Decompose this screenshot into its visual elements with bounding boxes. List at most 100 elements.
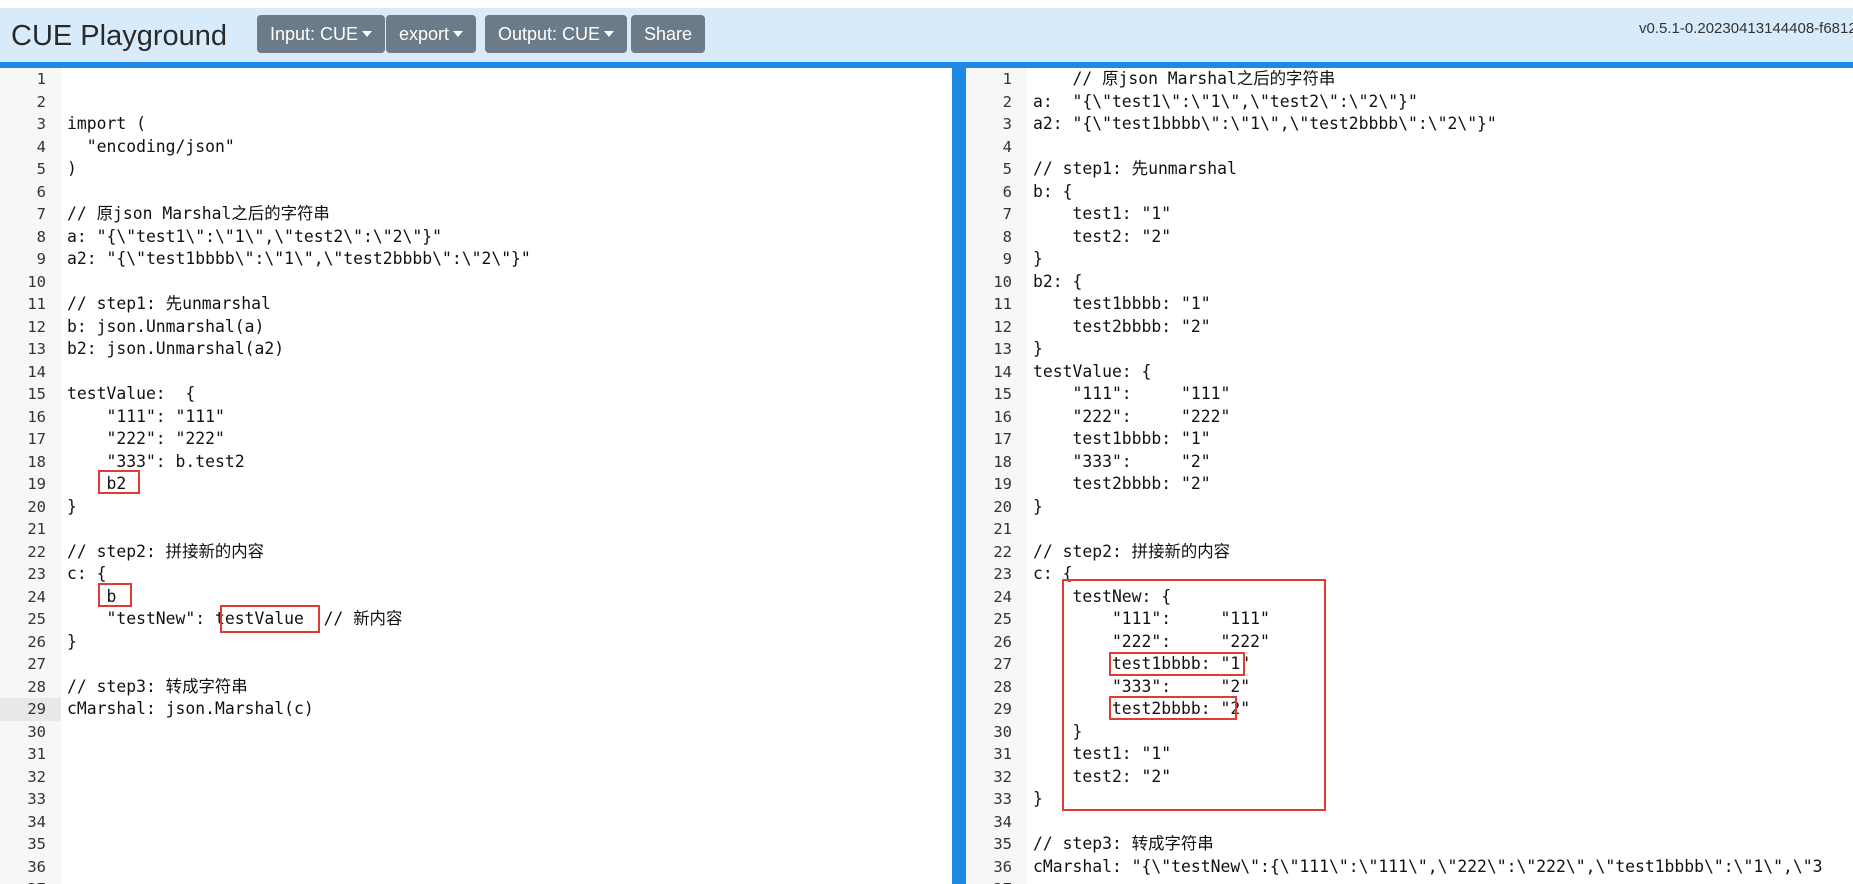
code-line[interactable]: // step1: 先unmarshal	[67, 293, 271, 316]
line-number: 20	[27, 497, 46, 516]
line-number: 18	[993, 452, 1012, 471]
code-line: "111": "111"	[1033, 384, 1231, 403]
code-line: test2bbbb: "2"	[1033, 316, 1211, 336]
line-number: 12	[27, 317, 46, 336]
code-line[interactable]: testValue: {	[67, 383, 195, 406]
code-line: }	[1033, 496, 1043, 516]
code-line[interactable]: }	[67, 631, 77, 654]
line-number: 6	[1002, 182, 1012, 201]
line-number: 21	[993, 520, 1012, 538]
input-line-gutter: 1 2 3 4 5 6 7 8 9 10 11 12 13 14 15 16 17 18 19 20 21 22 23 24 2…	[0, 68, 61, 884]
line-number: 4	[1002, 137, 1012, 156]
input-format-label: Input: CUE	[270, 24, 359, 44]
output-line-gutter: 1 2 3 4 5 6 7 8 9 10 11 12 13 14 15 16 17 18 19 20 21 22 23 24 2…	[966, 68, 1027, 884]
code-line: // step2: 拼接新的内容	[1033, 541, 1231, 561]
line-number: 11	[27, 295, 46, 313]
line-number: 17	[27, 430, 46, 448]
annotation-box-testnew	[1062, 579, 1326, 811]
line-number: 25	[27, 610, 46, 628]
code-line: b: {	[1033, 181, 1073, 201]
line-number: 3	[36, 115, 46, 133]
line-number: 23	[27, 565, 46, 583]
line-number: 24	[27, 587, 46, 606]
code-line: a: "{\"test1\":\"1\",\"test2\":\"2\"}"	[1033, 91, 1418, 111]
annotation-box-b2	[98, 470, 140, 494]
code-line[interactable]: }	[67, 496, 77, 519]
line-number: 6	[36, 182, 46, 201]
code-line[interactable]: a2: "{\"test1bbbb\":\"1\",\"test2bbbb\":…	[67, 248, 531, 271]
app-title: CUE Playground	[11, 20, 227, 52]
annotation-box-test2bbbb	[1109, 696, 1237, 720]
line-number: 29	[27, 700, 46, 718]
line-number: 16	[993, 407, 1012, 426]
line-number: 7	[36, 205, 46, 223]
line-number: 26	[27, 632, 46, 651]
code-line[interactable]: // 原json Marshal之后的字符串	[67, 203, 330, 226]
code-line[interactable]: "333": b.test2	[67, 451, 244, 474]
line-number: 35	[27, 835, 46, 853]
line-number: 10	[27, 272, 46, 291]
version-label: v0.5.1-0.20230413144408-f6812	[1639, 20, 1853, 37]
export-label: export	[399, 24, 450, 44]
code-line: test2bbbb: "2"	[1033, 474, 1211, 493]
line-number: 9	[1002, 250, 1012, 268]
line-number: 14	[27, 362, 46, 381]
line-number: 9	[36, 250, 46, 268]
line-number: 15	[27, 385, 46, 403]
line-number: 31	[993, 745, 1012, 763]
line-number: 35	[993, 835, 1012, 853]
code-line: // step1: 先unmarshal	[1033, 159, 1237, 178]
line-number: 22	[27, 542, 46, 561]
top-navbar: CUE Playground Input: CUE export Output:…	[0, 0, 1853, 62]
annotation-box-testvalue	[220, 605, 320, 633]
line-number: 8	[1002, 227, 1012, 246]
line-number: 26	[993, 632, 1012, 651]
code-line: test1: "1"	[1033, 204, 1172, 223]
line-number: 21	[27, 520, 46, 538]
output-format-label: Output: CUE	[498, 24, 601, 44]
pane-divider[interactable]	[952, 68, 966, 884]
share-button[interactable]: Share	[631, 15, 706, 53]
line-number: 13	[27, 340, 46, 358]
line-number: 15	[993, 385, 1012, 403]
code-line: testValue: {	[1033, 361, 1152, 381]
line-number: 4	[36, 137, 46, 156]
code-line: b2: {	[1033, 271, 1083, 291]
code-line[interactable]: // step2: 拼接新的内容	[67, 541, 264, 564]
code-line[interactable]: import (	[67, 113, 146, 136]
line-number: 30	[27, 722, 46, 741]
code-line[interactable]: // step3: 转成字符串	[67, 676, 248, 699]
line-number: 23	[993, 565, 1012, 583]
code-line[interactable]: "111": "111"	[67, 406, 224, 429]
code-line[interactable]: b2: json.Unmarshal(a2)	[67, 338, 284, 361]
code-line[interactable]: "222": "222"	[67, 428, 224, 451]
code-line: // step3: 转成字符串	[1033, 834, 1214, 853]
input-format-dropdown[interactable]: Input: CUE	[257, 15, 386, 53]
code-line: }	[1033, 789, 1043, 808]
caret-down-icon	[604, 31, 615, 37]
code-line: a2: "{\"test1bbbb\":\"1\",\"test2bbbb\":…	[1033, 114, 1497, 133]
code-line[interactable]: cMarshal: json.Marshal(c)	[67, 698, 314, 721]
line-number: 36	[993, 857, 1012, 876]
line-number: 10	[993, 272, 1012, 291]
code-line[interactable]: b: json.Unmarshal(a)	[67, 316, 264, 339]
line-number: 28	[27, 677, 46, 696]
line-number: 22	[993, 542, 1012, 561]
line-number: 36	[27, 857, 46, 876]
code-line[interactable]: )	[67, 158, 77, 181]
code-line[interactable]: a: "{\"test1\":\"1\",\"test2\":\"2\"}"	[67, 226, 442, 249]
line-number: 34	[993, 812, 1012, 831]
line-number: 32	[27, 767, 46, 786]
code-line: cMarshal: "{\"testNew\":{\"111\":\"111\"…	[1033, 856, 1823, 876]
line-number: 5	[1002, 160, 1012, 178]
code-line: }	[1033, 249, 1043, 268]
line-number: 27	[993, 655, 1012, 673]
line-number: 1	[1002, 70, 1012, 88]
input-code-area[interactable]: import ( "encoding/json") // 原json Marsha…	[67, 68, 952, 884]
code-line[interactable]: "encoding/json"	[67, 136, 235, 159]
output-format-dropdown[interactable]: Output: CUE	[485, 15, 628, 53]
line-number: 33	[27, 790, 46, 808]
code-line: test1bbbb: "1"	[1033, 294, 1211, 313]
export-dropdown[interactable]: export	[386, 15, 477, 53]
input-editor[interactable]: 1 2 3 4 5 6 7 8 9 10 11 12 13 14 15 16 17 18 19 20 21 22 23 24 2…	[0, 68, 952, 884]
